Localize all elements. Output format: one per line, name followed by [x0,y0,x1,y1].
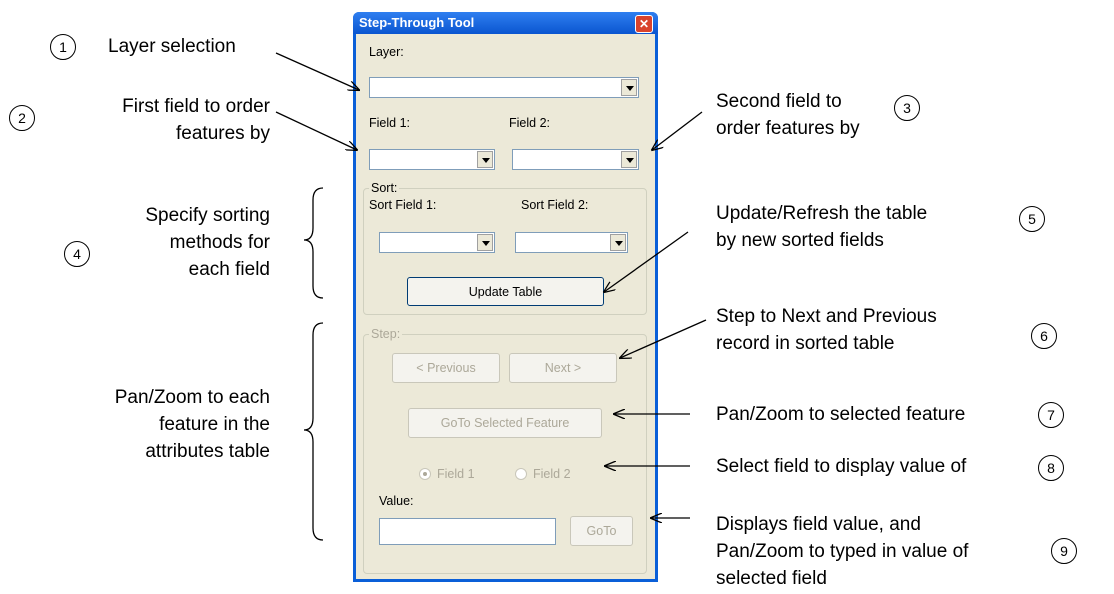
callout-number-3: 3 [894,95,920,121]
update-table-button[interactable]: Update Table [407,277,604,306]
arrow-2 [275,111,357,150]
callout-number-9: 9 [1051,538,1077,564]
callout-number-7: 7 [1038,402,1064,428]
annotation-line: features by [176,123,270,144]
annotation-line: Specify sorting [145,205,270,226]
radio-field2-label: Field 2 [533,467,571,481]
annotation-select-field-display: Select field to display value of [716,456,967,477]
annotation-line: Update/Refresh the table [716,203,928,224]
annotation-step-next-previous: Step to Next and Previous record in sort… [716,303,937,357]
step-group-label: Step: [369,327,403,341]
step-through-dialog: Step-Through Tool ✕ Layer: Field 1: Fiel… [353,12,658,582]
annotation-pan-zoom-selected: Pan/Zoom to selected feature [716,404,966,425]
annotation-line: methods for [169,232,270,253]
annotation-second-field: Second field to order features by [716,88,860,142]
annotation-displays-field-value: Displays field value, and Pan/Zoom to ty… [716,511,968,592]
brace-step [303,322,324,541]
chevron-down-icon [477,151,493,168]
dialog-body: Layer: Field 1: Field 2: Sort: Sort Fiel… [356,34,655,579]
annotation-line: order features by [716,118,860,139]
annotation-first-field: First field to order features by [58,93,270,147]
arrow-1 [275,52,359,90]
radio-field1[interactable] [419,468,431,480]
field1-dropdown[interactable] [369,149,495,170]
callout-number-8: 8 [1038,455,1064,481]
radio-field2[interactable] [515,468,527,480]
annotation-line: attributes table [145,441,270,462]
annotation-line: selected field [716,568,827,589]
sort-field1-dropdown[interactable] [379,232,495,253]
annotation-line: Pan/Zoom to typed in value of [716,541,969,562]
annotation-layer-selection: Layer selection [108,36,236,57]
callout-number-6: 6 [1031,323,1057,349]
annotation-line: First field to order [122,96,270,117]
annotation-line: Step to Next and Previous [716,306,937,327]
callout-number-5: 5 [1019,206,1045,232]
value-input[interactable] [379,518,556,545]
goto-button[interactable]: GoTo [570,516,633,546]
value-label: Value: [379,494,414,508]
field1-label: Field 1: [369,116,410,130]
next-button[interactable]: Next > [509,353,617,383]
callout-number-1: 1 [50,34,76,60]
sort-group-label: Sort: [369,181,400,195]
annotation-line: Displays field value, and [716,514,921,535]
annotation-line: feature in the [159,414,270,435]
annotation-line: each field [188,259,270,280]
brace-sort [303,187,324,299]
annotation-line: record in sorted table [716,333,895,354]
arrow-3 [652,111,703,150]
dialog-title: Step-Through Tool [359,15,475,30]
layer-label: Layer: [369,45,404,59]
sort-field1-label: Sort Field 1: [369,198,437,212]
previous-button[interactable]: < Previous [392,353,500,383]
layer-dropdown[interactable] [369,77,639,98]
close-button[interactable]: ✕ [635,15,653,33]
radio-field1-label: Field 1 [437,467,475,481]
title-bar[interactable]: Step-Through Tool ✕ [353,12,658,34]
goto-selected-feature-button[interactable]: GoTo Selected Feature [408,408,602,438]
chevron-down-icon [477,234,493,251]
annotation-sorting-methods: Specify sorting methods for each field [100,202,270,283]
callout-number-4: 4 [64,241,90,267]
chevron-down-icon [621,79,637,96]
annotation-pan-zoom-each: Pan/Zoom to each feature in the attribut… [40,384,270,465]
chevron-down-icon [610,234,626,251]
field2-label: Field 2: [509,116,550,130]
annotation-line: Pan/Zoom to each [114,387,270,408]
annotation-line: by new sorted fields [716,230,884,251]
callout-number-2: 2 [9,105,35,131]
sort-field2-dropdown[interactable] [515,232,628,253]
sort-field2-label: Sort Field 2: [521,198,589,212]
annotation-line: Second field to [716,91,842,112]
field2-dropdown[interactable] [512,149,639,170]
chevron-down-icon [621,151,637,168]
annotation-update-refresh: Update/Refresh the table by new sorted f… [716,200,927,254]
